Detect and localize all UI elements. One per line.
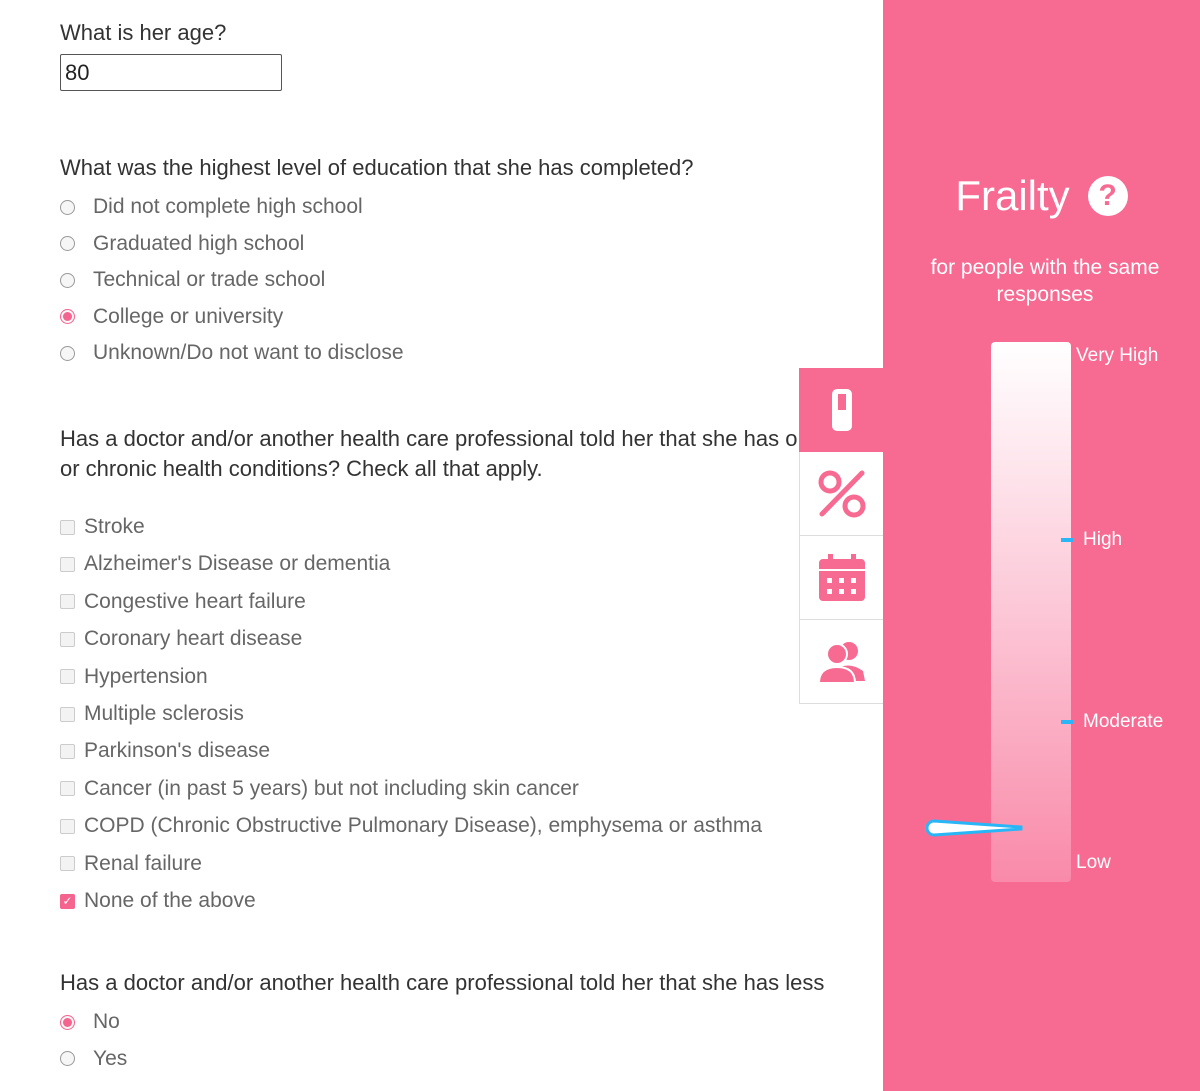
option-label: Stroke bbox=[84, 515, 145, 538]
checkbox-option[interactable]: Alzheimer's Disease or dementia bbox=[60, 552, 390, 576]
checkbox[interactable] bbox=[60, 781, 75, 797]
people-icon bbox=[817, 641, 865, 684]
radio-option[interactable]: Graduated high school bbox=[60, 232, 304, 256]
panel-subtitle: for people with the same responses bbox=[930, 256, 1160, 306]
option-label: Multiple sclerosis bbox=[84, 702, 244, 725]
checkbox-option[interactable]: Parkinson's disease bbox=[60, 739, 270, 763]
label-moderate: Moderate bbox=[1083, 711, 1164, 732]
option-label: Hypertension bbox=[84, 664, 208, 688]
conditions-question-line2: or chronic health conditions? Check all … bbox=[60, 456, 543, 481]
radio-option[interactable]: No bbox=[60, 1010, 120, 1034]
age-input[interactable] bbox=[60, 54, 282, 91]
option-label: Technical or trade school bbox=[93, 268, 326, 291]
option-label: Renal failure bbox=[84, 851, 202, 875]
radio-button[interactable] bbox=[60, 236, 75, 251]
checkbox-option[interactable]: Multiple sclerosis bbox=[60, 702, 244, 726]
conditions-question-line1: Has a doctor and/or another health care … bbox=[60, 426, 822, 451]
radio-option[interactable]: Unknown/Do not want to disclose bbox=[60, 341, 404, 365]
questionnaire: What is her age? What was the highest le… bbox=[60, 0, 900, 1091]
option-label: Did not complete high school bbox=[93, 195, 363, 218]
checkbox[interactable] bbox=[60, 743, 75, 759]
checkbox[interactable] bbox=[60, 818, 75, 834]
option-label: Coronary heart disease bbox=[84, 627, 303, 651]
tick-high bbox=[1061, 538, 1073, 542]
radio-option[interactable]: Did not complete high school bbox=[60, 195, 363, 219]
radio-button[interactable] bbox=[60, 1051, 75, 1066]
checkbox-option[interactable]: Hypertension bbox=[60, 665, 208, 689]
radio-button[interactable] bbox=[60, 1014, 75, 1030]
checkbox[interactable] bbox=[60, 669, 75, 685]
education-question: What was the highest level of education … bbox=[60, 155, 694, 180]
radio-button[interactable] bbox=[60, 272, 75, 288]
frailty-scale-bar bbox=[991, 342, 1071, 882]
checkbox-option[interactable]: COPD (Chronic Obstructive Pulmonary Dise… bbox=[60, 814, 762, 838]
percent-icon bbox=[818, 470, 865, 517]
thermometer-icon bbox=[831, 388, 852, 431]
calendar-icon bbox=[818, 553, 865, 601]
option-label: College or university bbox=[93, 304, 284, 328]
tab-people[interactable] bbox=[799, 620, 883, 704]
checkbox-option[interactable]: Stroke bbox=[60, 515, 145, 539]
label-very-high: Very High bbox=[1076, 345, 1159, 366]
checkbox-option[interactable]: Cancer (in past 5 years) but not includi… bbox=[60, 777, 579, 801]
title-text: Frailty bbox=[955, 172, 1070, 219]
checkbox[interactable] bbox=[60, 556, 75, 572]
radio-option[interactable]: College or university bbox=[60, 305, 283, 329]
checkbox[interactable] bbox=[60, 519, 75, 535]
checkbox-option[interactable]: Congestive heart failure bbox=[60, 590, 306, 614]
label-low: Low bbox=[1076, 852, 1111, 873]
checkbox[interactable] bbox=[60, 706, 75, 722]
help-icon[interactable]: ? bbox=[1087, 176, 1128, 216]
option-label: Alzheimer's Disease or dementia bbox=[84, 552, 391, 576]
label-high: High bbox=[1083, 529, 1123, 550]
panel-title: Frailty? bbox=[883, 172, 1200, 220]
option-label: None of the above bbox=[84, 889, 256, 912]
checkbox[interactable] bbox=[60, 631, 75, 647]
option-label: Cancer (in past 5 years) but not includi… bbox=[84, 776, 579, 800]
radio-button[interactable] bbox=[60, 345, 75, 361]
tab-percent[interactable] bbox=[799, 452, 883, 536]
checkbox[interactable] bbox=[60, 856, 75, 872]
option-label: COPD (Chronic Obstructive Pulmonary Dise… bbox=[84, 814, 763, 838]
radio-button[interactable] bbox=[60, 199, 75, 215]
age-question: What is her age? bbox=[60, 20, 227, 45]
frailty-needle bbox=[926, 819, 1023, 837]
radio-button[interactable] bbox=[60, 309, 75, 324]
frailty-panel: Frailty? for people with the same respon… bbox=[883, 0, 1200, 1091]
last-question: Has a doctor and/or another health care … bbox=[60, 970, 825, 995]
option-label: Congestive heart failure bbox=[84, 589, 306, 613]
tick-moderate bbox=[1061, 720, 1073, 724]
checkbox-option[interactable]: ✓ None of the above bbox=[60, 889, 256, 913]
option-label: Graduated high school bbox=[93, 231, 305, 255]
checkbox-option[interactable]: Coronary heart disease bbox=[60, 627, 302, 651]
radio-option[interactable]: Technical or trade school bbox=[60, 268, 325, 292]
checkbox[interactable]: ✓ bbox=[60, 893, 75, 909]
option-label: Parkinson's disease bbox=[84, 739, 271, 763]
radio-option[interactable]: Yes bbox=[60, 1047, 127, 1071]
option-label: No bbox=[93, 1010, 120, 1033]
checkbox[interactable] bbox=[60, 594, 75, 610]
option-label: Yes bbox=[93, 1046, 128, 1070]
side-tabs bbox=[799, 368, 883, 704]
checkbox-option[interactable]: Renal failure bbox=[60, 852, 202, 876]
tab-calendar[interactable] bbox=[799, 536, 883, 620]
option-label: Unknown/Do not want to disclose bbox=[93, 341, 404, 364]
tab-thermometer[interactable] bbox=[799, 368, 883, 452]
